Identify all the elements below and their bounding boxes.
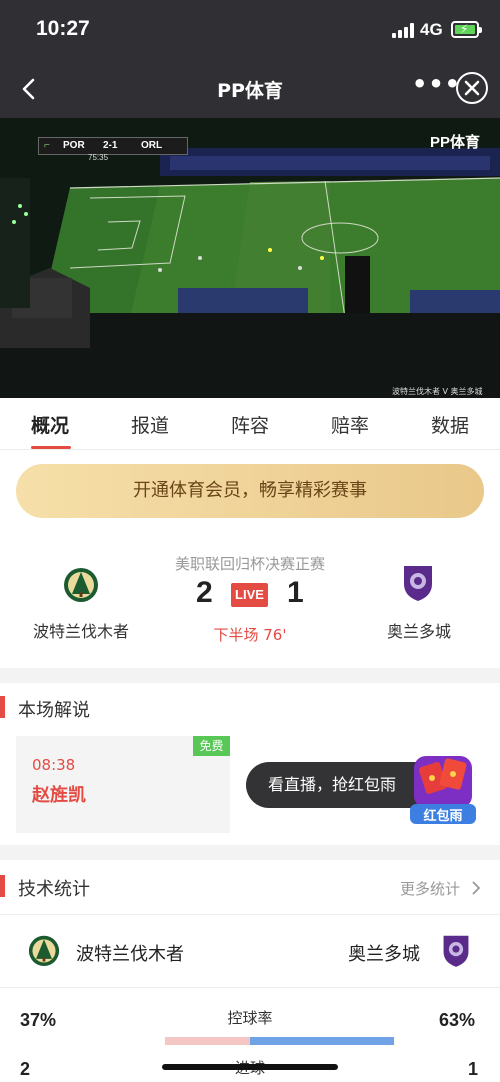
battery-icon: ⚡ <box>451 21 482 38</box>
tab-reports[interactable]: 报道 <box>100 411 200 438</box>
network-type: 4G <box>420 20 443 39</box>
pp-logo: PP体育 <box>430 134 481 151</box>
free-badge: 免费 <box>193 736 230 756</box>
stats-team-row <box>0 914 500 988</box>
more-stats-link[interactable]: 更多统计 <box>400 878 460 899</box>
home-score: 2 <box>196 576 213 609</box>
live-badge: LIVE <box>231 583 268 607</box>
section-marker <box>0 696 5 718</box>
possession-bar-away <box>250 1037 394 1045</box>
orlando-logo-icon <box>404 566 432 601</box>
video-watermark: 波特兰伐木者 V 奥兰多城 <box>392 387 483 396</box>
goals-away: 1 <box>468 1059 479 1079</box>
bug-clock: 75:35 <box>88 153 109 162</box>
tab-odds[interactable]: 赔率 <box>300 411 400 438</box>
nav-bar: PP体育 ••• <box>0 60 500 118</box>
possession-bar-home <box>165 1037 250 1045</box>
redpack-label: 红包雨 <box>423 809 463 824</box>
top-bar: 10:27 4G ⚡ PP体育 ••• <box>0 0 500 118</box>
portland-logo-icon <box>28 935 60 966</box>
tab-lineup[interactable]: 阵容 <box>200 411 300 438</box>
signal-icon <box>392 22 416 38</box>
status-time: 10:27 <box>36 17 90 40</box>
bug-score: 2-1 <box>103 140 118 151</box>
chevron-right-icon[interactable] <box>470 880 482 896</box>
section-marker <box>0 875 5 897</box>
home-indicator[interactable] <box>162 1064 338 1070</box>
tab-overview[interactable]: 概况 <box>0 411 100 438</box>
stats-home-team: 波特兰伐木者 <box>76 944 184 965</box>
orlando-logo-icon <box>443 935 469 967</box>
commentary-title: 本场解说 <box>18 700 90 721</box>
commentary-time: 08:38 <box>32 756 76 774</box>
bug-home: POR <box>63 140 85 151</box>
tab-bar: 概况 报道 阵容 赔率 数据 <box>0 398 500 450</box>
bug-away: ORL <box>141 140 163 151</box>
portland-logo-icon <box>64 568 98 602</box>
possession-label: 控球率 <box>227 1009 273 1027</box>
away-team-name: 奥兰多城 <box>386 622 451 641</box>
more-dots-icon[interactable]: ••• <box>412 70 461 98</box>
active-tab-indicator <box>31 446 71 449</box>
possession-away: 63% <box>439 1010 476 1030</box>
video-frame <box>0 118 500 398</box>
score-bug: ⌐ POR 2-1 ORL <box>38 137 188 155</box>
vip-banner[interactable]: 开通体育会员，畅享精彩赛事 <box>16 464 484 518</box>
stats-title: 技术统计 <box>18 879 90 900</box>
video-player[interactable]: ⌐ POR 2-1 ORL 75:35 PP体育 波特兰伐木者 V 奥兰多城 <box>0 118 500 398</box>
stats-away-team: 奥兰多城 <box>348 944 420 965</box>
close-circle-icon[interactable] <box>456 72 488 104</box>
status-bar: 10:27 4G ⚡ <box>0 0 500 60</box>
commentator-name: 赵旌凯 <box>32 785 86 806</box>
away-score: 1 <box>287 576 304 609</box>
redpack-icon[interactable]: 红包雨 <box>410 752 476 824</box>
tab-data[interactable]: 数据 <box>400 411 500 438</box>
